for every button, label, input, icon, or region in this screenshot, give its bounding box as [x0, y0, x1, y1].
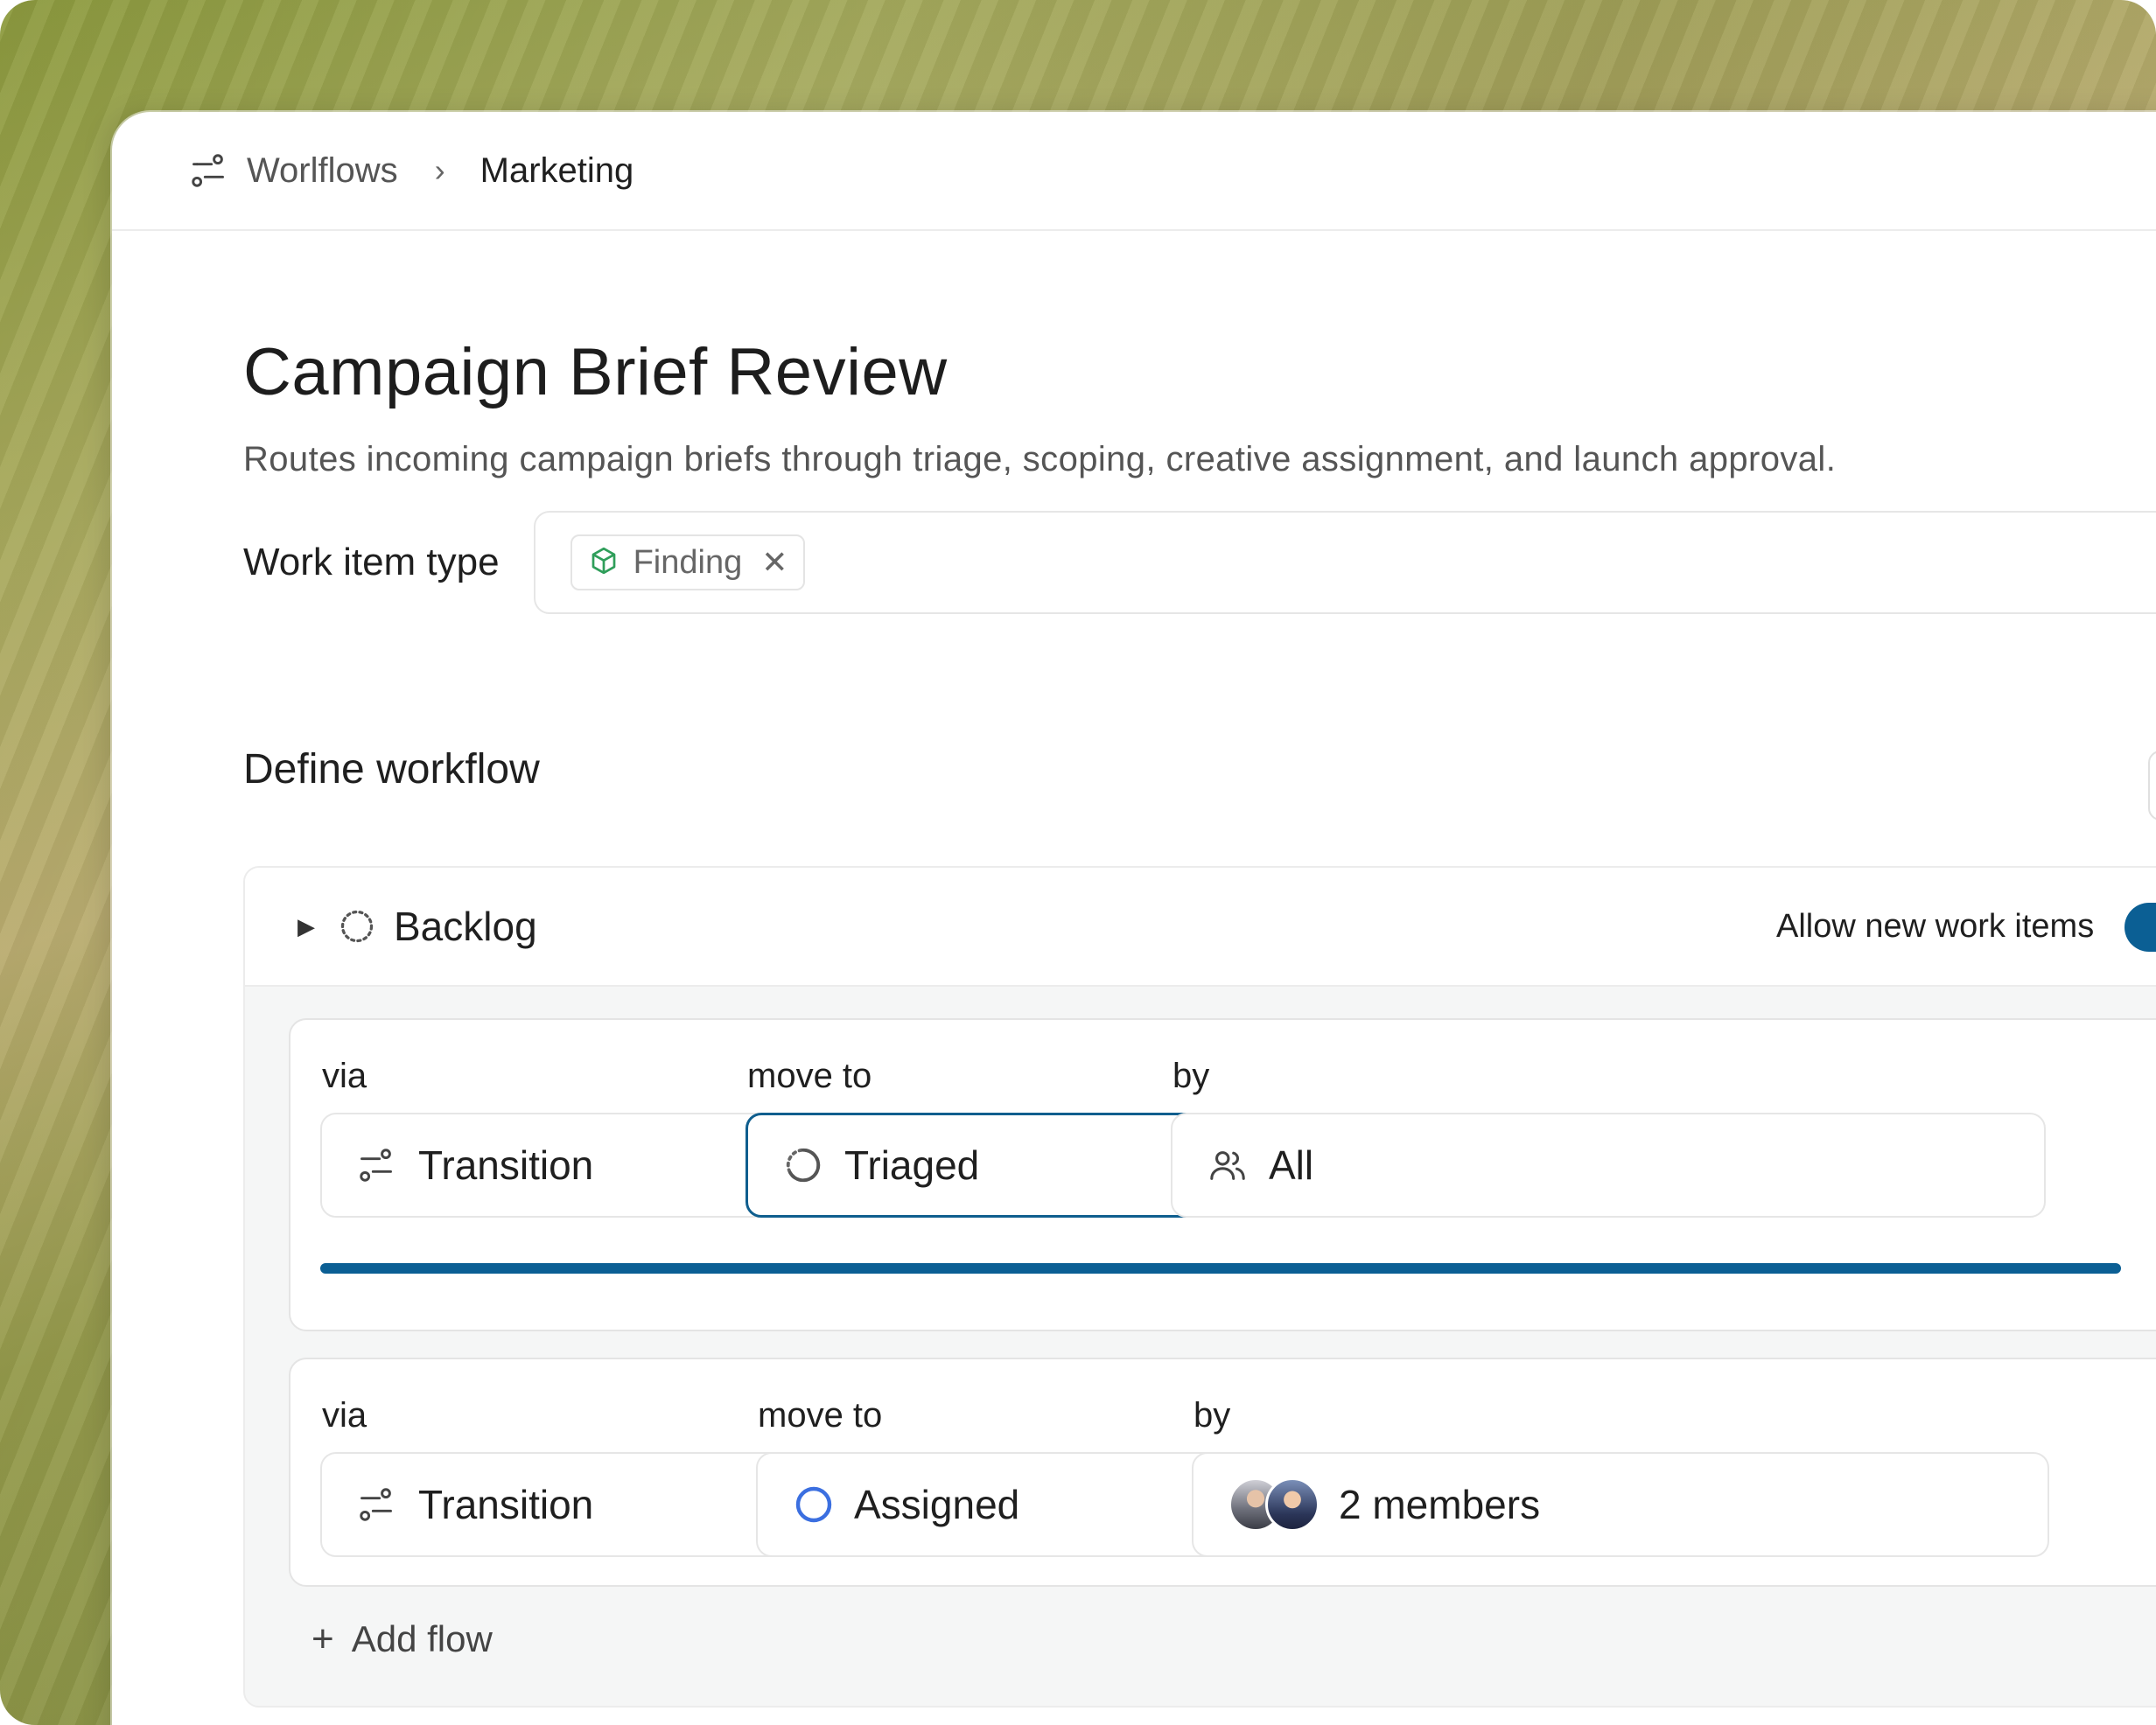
chevron-right-icon: ›	[434, 152, 445, 188]
breadcrumb-current: Marketing	[480, 150, 634, 190]
allow-new-items-label: Allow new work items	[1776, 908, 2095, 945]
open-circle-icon	[793, 1484, 835, 1526]
via-value: Transition	[418, 1482, 594, 1527]
flow-progress-bar	[320, 1263, 2121, 1274]
add-flow-label: Add flow	[351, 1618, 493, 1659]
by-select[interactable]: 2 members	[1192, 1452, 2049, 1557]
move-to-value: Assigned	[854, 1482, 1020, 1527]
move-to-label: move to	[758, 1396, 883, 1435]
breadcrumb-workflows-link[interactable]: Worlflows	[247, 151, 398, 191]
by-label: by	[1194, 1396, 1231, 1435]
via-label: via	[322, 1396, 368, 1435]
users-icon	[1208, 1144, 1250, 1186]
group-header: ▶ Backlog Allow new work items	[245, 868, 2156, 987]
transition-icon	[357, 1484, 399, 1526]
avatar	[1265, 1477, 1320, 1532]
work-item-type-label: Work item type	[243, 541, 500, 583]
expand-caret-icon[interactable]: ▶	[298, 913, 315, 940]
via-label: via	[322, 1057, 368, 1095]
move-to-label: move to	[747, 1057, 872, 1095]
group-name: Backlog	[394, 904, 537, 949]
workflow-icon	[189, 151, 228, 190]
work-item-type-chip[interactable]: Finding ✕	[570, 534, 806, 590]
close-icon[interactable]: ✕	[761, 544, 788, 581]
transition-icon	[357, 1144, 399, 1186]
by-select[interactable]: All	[1171, 1113, 2046, 1218]
via-value: Transition	[418, 1142, 594, 1188]
chip-label: Finding	[633, 543, 743, 581]
add-flow-button[interactable]: + Add flow	[312, 1618, 493, 1660]
page-title: Campaign Brief Review	[243, 335, 948, 409]
work-item-type-row: Work item type Finding ✕	[243, 511, 2156, 614]
breadcrumb: Worlflows › Marketing	[112, 112, 2156, 231]
by-value: All	[1269, 1142, 1314, 1188]
by-label: by	[1172, 1057, 1210, 1095]
page-description: Routes incoming campaign briefs through …	[243, 440, 1837, 478]
progress-circle-icon	[783, 1144, 825, 1186]
dashed-circle-icon	[338, 905, 380, 947]
flow-card: via move to by Transition Triaged All	[289, 1018, 2156, 1331]
cube-icon	[588, 545, 620, 581]
allow-new-items-toggle[interactable]	[2124, 903, 2156, 952]
work-item-type-input[interactable]: Finding ✕	[533, 511, 2156, 614]
move-to-value: Triaged	[844, 1142, 980, 1188]
main-content: Campaign Brief Review Routes incoming ca…	[112, 334, 2156, 793]
workflow-options-button[interactable]	[2148, 751, 2156, 821]
workflow-group-backlog: ▶ Backlog Allow new work items via move …	[243, 866, 2156, 1708]
avatar-stack	[1228, 1477, 1320, 1532]
flow-card: via move to by Transition Assigned 2 mem…	[289, 1358, 2156, 1587]
define-workflow-heading: Define workflow	[243, 746, 540, 793]
plus-icon: +	[312, 1617, 334, 1660]
by-value: 2 members	[1339, 1482, 1541, 1527]
